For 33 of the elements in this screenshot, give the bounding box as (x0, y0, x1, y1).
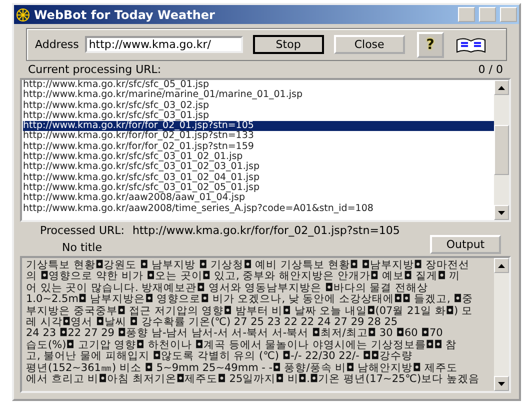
scrollbar[interactable] (494, 80, 509, 220)
scrollbar[interactable] (494, 258, 509, 391)
url-item[interactable]: http://www.kma.go.kr/for/for_02_01.jsp?stn=159 (23, 142, 494, 152)
stop-button[interactable]: Stop (252, 35, 324, 54)
url-item[interactable]: http://www.kma.go.kr/aaw2008/time_series_A.jsp?code=A01&stn_id=108 (23, 204, 494, 214)
book-icon[interactable] (456, 36, 486, 54)
window-title: WebBot for Today Weather (34, 8, 216, 22)
url-item[interactable]: http://www.kma.go.kr/sfc/sfc_03_01.jsp (23, 110, 494, 122)
scroll-down-icon[interactable] (498, 210, 505, 214)
url-item[interactable]: http://www.kma.go.kr/sfc/sfc_05_01.jsp (23, 80, 494, 90)
processed-url: http://www.kma.go.kr/for/for_02_01.jsp?stn=105 (132, 224, 400, 237)
progress-count: 0 / 0 (478, 63, 503, 76)
scroll-up-icon[interactable] (498, 264, 505, 268)
url-item[interactable]: http://www.kma.go.kr/for/for_02_01.jsp?stn=133 (23, 131, 494, 142)
url-item[interactable]: http://www.kma.go.kr/sfc/sfc_03_01_02_04_01.jsp (23, 172, 494, 183)
help-button[interactable]: ? (416, 32, 444, 58)
scroll-down-icon[interactable] (498, 382, 505, 386)
close-app-button[interactable]: Close (334, 35, 405, 54)
url-item[interactable]: http://www.kma.go.kr/sfc/sfc_03_01_02_03_01.jsp (23, 162, 494, 173)
url-item[interactable]: http://www.kma.go.kr/sfc/sfc_03_02.jsp (23, 100, 494, 111)
address-label: Address (35, 38, 79, 51)
url-item[interactable]: http://www.kma.go.kr/aaw2008/aaw_01_04.jsp (23, 193, 494, 204)
output-text: 기상특보 현황◘강원도 ◘ 남부지방 ◘ 기상청◘ 예비 기상특보 현황◘ ◘남부지방◘ 장마전선 의 ◘영향으로 약한 비가 ◘오는 곳이◘ 있고, 중부와 해안지방은 안개가◘ 예보◘ 짙게◘ 끼 어 있는 곳이 많습니다. 방재예보관◘ 영서와 영동남부지방은 ◘바다의 물결 전해상 1.0~2.5m◘ 남부지방은◘ 영향으로◘ 비가 오겠으나, 낮 동안에 소강상태에◘◘ 들겠고, ◘중 부지방은 중국중부◘ 접근 저기압의 영향◘ 밤부터 비◘ 날짜 오늘 내일◘(07월 21일 화◘) 모 레 시각◘영서 ◘날씨 ◘ 강수확률 기온(℃) 27 25 23 22 22 24 27 29 28 25 24 23 ◘22 27 29 ◘풍향 남-남서 남서-서 서-북서 서-북서 ◘최저/최고◘ 30 ◘60 ◘70 습도(%)◘ 고기압 영향◘ 하천이나 ◘계곡 등에서 물놀이나 야영시에는 기상정보를◘◘ 참 고, 불어난 물에 피해입지 ◘않도록 각별히 유의 (℃) ◘-/- 22/30 22/- ◘◘강수량 평년(152~361㎜) 비소 ◘ 5~9mm 25~49mm - -◘ 풍향/풍속 비◘ 남해안지방◘ 제주도 에서 흐리고 비◘아침 최저기온◘제주도◘ 25일까지◘ 비◘.◘기온 평년(17~25℃)보다 높겠음 (25, 258, 480, 388)
address-field[interactable]: http://www.kma.go.kr/ (84, 36, 243, 53)
processed-label: Processed URL: (40, 224, 125, 237)
status-label: Current processing URL: (28, 63, 162, 76)
page-title: No title (61, 241, 103, 254)
url-item[interactable]: http://www.kma.go.kr/sfc/sfc_03_01_02_01.jsp (23, 152, 494, 162)
url-item[interactable]: http://www.kma.go.kr/marine/marine_01/marine_01_01.jsp (23, 90, 494, 101)
url-item[interactable]: http://www.kma.go.kr/sfc/sfc_03_01_02_05_01.jsp (23, 182, 494, 194)
output-button[interactable]: Output (430, 235, 501, 254)
scroll-up-icon[interactable] (498, 86, 505, 90)
url-item[interactable]: http://www.kma.go.kr/for/for_02_01.jsp?stn=105 (23, 121, 494, 132)
